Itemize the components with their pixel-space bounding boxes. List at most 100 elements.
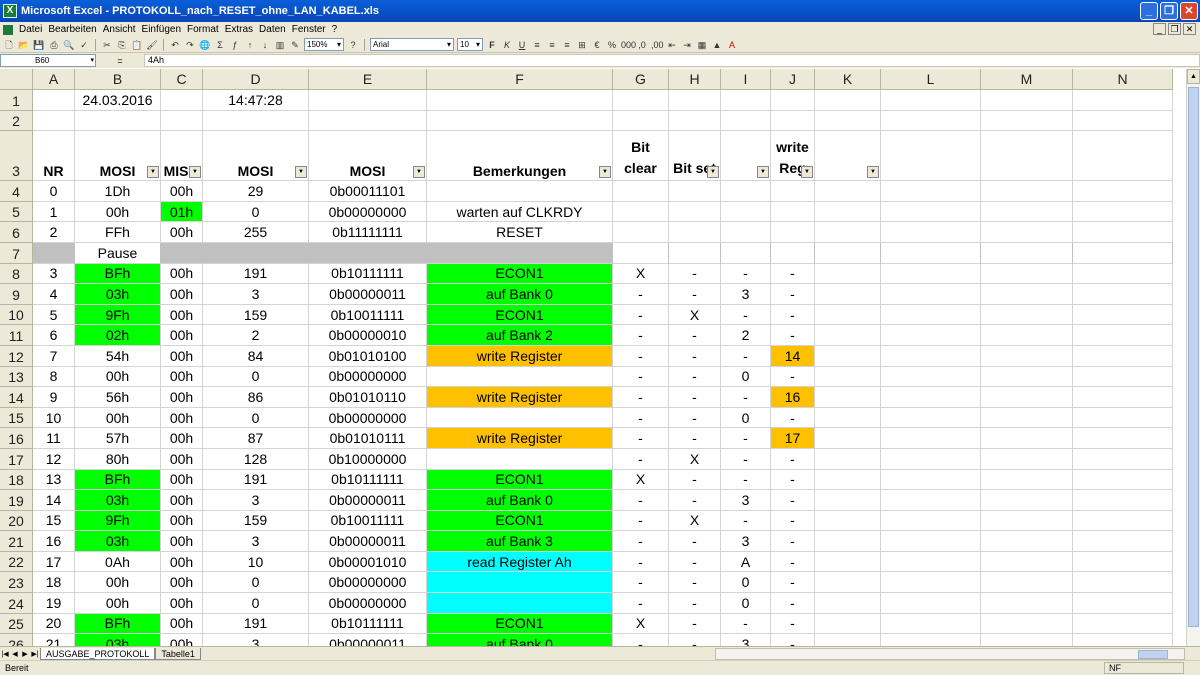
cell-26a[interactable]: 21 <box>33 634 75 646</box>
cell-26g[interactable]: - <box>613 634 669 646</box>
row-header[interactable]: 22 <box>0 551 33 573</box>
cell-20e[interactable]: 0b10011111 <box>309 510 427 532</box>
cell-22l[interactable] <box>881 551 981 573</box>
cell-24b[interactable]: 00h <box>75 593 161 614</box>
cell-2m[interactable] <box>981 110 1073 132</box>
cell-15l[interactable] <box>881 407 981 429</box>
cell-16g[interactable]: - <box>613 428 669 449</box>
cell-13f[interactable] <box>427 366 613 388</box>
cell-22a[interactable]: 17 <box>33 551 75 573</box>
column-header-n[interactable]: N <box>1073 69 1173 90</box>
cell-19a[interactable]: 14 <box>33 490 75 511</box>
cell-25f[interactable]: ECON1 <box>427 613 613 635</box>
cell-20f[interactable]: ECON1 <box>427 510 613 532</box>
cell-4n[interactable] <box>1073 181 1173 202</box>
cell-3d[interactable]: MOSI ▼ <box>203 131 309 182</box>
cell-10j[interactable]: - <box>771 304 815 326</box>
cell-23k[interactable] <box>815 572 881 594</box>
cell-4k[interactable] <box>815 181 881 202</box>
cell-24f[interactable] <box>427 593 613 614</box>
cell-3l[interactable] <box>881 131 981 182</box>
row-header[interactable]: 9 <box>0 284 33 305</box>
cell-17b[interactable]: 80h <box>75 448 161 470</box>
cell-21h[interactable]: - <box>669 531 721 552</box>
cell-17n[interactable] <box>1073 448 1173 470</box>
cell-17c[interactable]: 00h <box>161 448 203 470</box>
cell-19m[interactable] <box>981 490 1073 511</box>
name-box[interactable]: B60 ▾ <box>0 54 96 67</box>
cell-4d[interactable]: 29 <box>203 181 309 202</box>
cell-15m[interactable] <box>981 407 1073 429</box>
cell-1j[interactable] <box>771 90 815 111</box>
cell-14c[interactable]: 00h <box>161 387 203 408</box>
cell-6a[interactable]: 2 <box>33 222 75 243</box>
cell-25i[interactable]: - <box>721 613 771 635</box>
cell-23c[interactable]: 00h <box>161 572 203 594</box>
cell-19h[interactable]: - <box>669 490 721 511</box>
vertical-scroll-thumb[interactable] <box>1188 87 1199 627</box>
cell-19i[interactable]: 3 <box>721 490 771 511</box>
cell-5i[interactable] <box>721 201 771 223</box>
cell-9e[interactable]: 0b00000011 <box>309 284 427 305</box>
fill-color-icon[interactable]: ▲ <box>711 39 723 51</box>
filter-dropdown-icon[interactable]: ▼ <box>801 166 813 179</box>
cell-12h[interactable]: - <box>669 345 721 367</box>
new-file-icon[interactable]: 🗋 <box>3 39 15 51</box>
menu-help[interactable]: ? <box>329 24 341 35</box>
cell-26f[interactable]: auf Bank 0 <box>427 634 613 646</box>
cell-11m[interactable] <box>981 325 1073 346</box>
cell-5b[interactable]: 00h <box>75 201 161 223</box>
cell-25j[interactable]: - <box>771 613 815 635</box>
filter-dropdown-icon[interactable]: ▼ <box>757 166 769 179</box>
column-header-f[interactable]: F <box>427 69 613 90</box>
cell-3h[interactable]: Bit set ▼ <box>669 131 721 182</box>
cell-2j[interactable] <box>771 110 815 132</box>
cell-13i[interactable]: 0 <box>721 366 771 388</box>
cell-18n[interactable] <box>1073 469 1173 491</box>
cell-24a[interactable]: 19 <box>33 593 75 614</box>
cell-18j[interactable]: - <box>771 469 815 491</box>
menu-fenster[interactable]: Fenster <box>289 24 329 35</box>
cell-4f[interactable] <box>427 181 613 202</box>
cell-8l[interactable] <box>881 263 981 285</box>
cell-11k[interactable] <box>815 325 881 346</box>
cell-21e[interactable]: 0b00000011 <box>309 531 427 552</box>
italic-button[interactable]: K <box>501 39 513 51</box>
cell-7h[interactable] <box>669 242 721 264</box>
cell-15j[interactable]: - <box>771 407 815 429</box>
cell-15f[interactable] <box>427 407 613 429</box>
redo-icon[interactable]: ↷ <box>184 39 196 51</box>
cell-7m[interactable] <box>981 242 1073 264</box>
cell-18d[interactable]: 191 <box>203 469 309 491</box>
cell-15b[interactable]: 00h <box>75 407 161 429</box>
row-header[interactable]: 16 <box>0 428 33 449</box>
cell-13b[interactable]: 00h <box>75 366 161 388</box>
cell-10h[interactable]: X <box>669 304 721 326</box>
cell-13h[interactable]: - <box>669 366 721 388</box>
cell-26n[interactable] <box>1073 634 1173 646</box>
cell-20h[interactable]: X <box>669 510 721 532</box>
cell-13l[interactable] <box>881 366 981 388</box>
cell-10m[interactable] <box>981 304 1073 326</box>
cell-15a[interactable]: 10 <box>33 407 75 429</box>
cell-18m[interactable] <box>981 469 1073 491</box>
cell-25n[interactable] <box>1073 613 1173 635</box>
cell-3f[interactable]: Bemerkungen ▼ <box>427 131 613 182</box>
cell-17l[interactable] <box>881 448 981 470</box>
cell-18g[interactable]: X <box>613 469 669 491</box>
column-header-a[interactable]: A <box>33 69 75 90</box>
column-header-d[interactable]: D <box>203 69 309 90</box>
chart-icon[interactable]: ▥ <box>274 39 286 51</box>
cell-10c[interactable]: 00h <box>161 304 203 326</box>
cell-17d[interactable]: 128 <box>203 448 309 470</box>
row-header[interactable]: 24 <box>0 593 33 614</box>
cell-18a[interactable]: 13 <box>33 469 75 491</box>
cell-19j[interactable]: - <box>771 490 815 511</box>
cell-22d[interactable]: 10 <box>203 551 309 573</box>
font-size-dropdown[interactable]: 10 ▾ <box>457 38 483 51</box>
cell-20n[interactable] <box>1073 510 1173 532</box>
cell-25a[interactable]: 20 <box>33 613 75 635</box>
cell-14j[interactable]: 16 <box>771 387 815 408</box>
cell-3e[interactable]: MOSI ▼ <box>309 131 427 182</box>
cell-4b[interactable]: 1Dh <box>75 181 161 202</box>
